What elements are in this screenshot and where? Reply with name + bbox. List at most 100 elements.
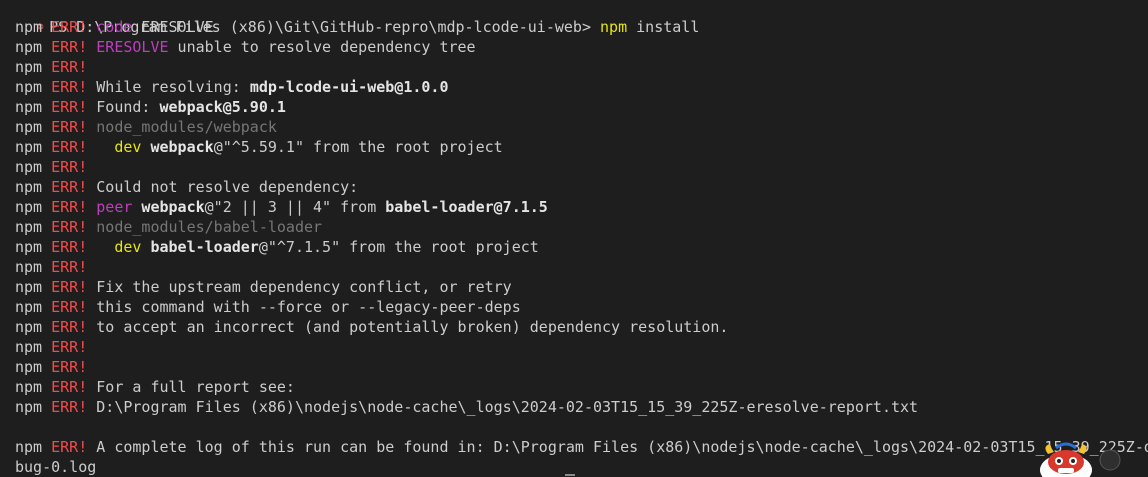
log-line: npm ERR! xyxy=(15,157,96,177)
log-segment: babel-loader xyxy=(141,238,259,256)
err-prefix: ERR! xyxy=(51,78,88,96)
log-segment: from the root project xyxy=(340,238,539,256)
log-line: npm ERR! xyxy=(15,57,96,77)
log-segment: @1.0.0 xyxy=(394,78,449,96)
log-segment: For a full report see: xyxy=(96,378,295,396)
log-line: npm ERR! peer webpack@"2 || 3 || 4" from… xyxy=(15,197,548,217)
npm-prefix: npm xyxy=(15,238,43,256)
err-prefix: ERR! xyxy=(51,18,88,36)
log-segment: babel-loader xyxy=(385,198,494,216)
log-segment: ERESOLVE xyxy=(132,18,214,36)
log-line: npm ERR! to accept an incorrect (and pot… xyxy=(15,317,728,337)
npm-prefix: npm xyxy=(15,78,43,96)
log-line-text: bug-0.log xyxy=(15,458,97,476)
npm-prefix: npm xyxy=(15,178,43,196)
npm-prefix: npm xyxy=(15,298,43,316)
log-segment: dev xyxy=(96,138,142,156)
npm-prefix: npm xyxy=(15,398,43,416)
log-segment: node_modules/babel-loader xyxy=(96,218,323,236)
npm-prefix: npm xyxy=(15,338,43,356)
npm-prefix: npm xyxy=(15,98,43,116)
terminal-output[interactable]: ⊗ PS D:\Program Files (x86)\Git\GitHub-re… xyxy=(0,0,1148,477)
log-segment: @5.90.1 xyxy=(222,98,286,116)
log-segment: from the root project xyxy=(304,138,503,156)
log-segment: code xyxy=(96,18,133,36)
log-line: npm ERR! node_modules/webpack xyxy=(15,117,277,137)
err-prefix: ERR! xyxy=(51,258,88,276)
err-prefix: ERR! xyxy=(51,198,88,216)
npm-prefix: npm xyxy=(15,258,43,276)
log-segment: Found: xyxy=(96,98,160,116)
log-line: npm ERR! xyxy=(15,337,96,357)
err-prefix: ERR! xyxy=(51,298,88,316)
command-name: npm xyxy=(600,18,628,36)
log-segment: webpack xyxy=(159,98,223,116)
err-prefix: ERR! xyxy=(51,158,88,176)
log-segment: Fix the upstream dependency conflict, or… xyxy=(96,278,512,296)
command-args: install xyxy=(636,18,700,36)
log-line: npm ERR! code ERESOLVE xyxy=(15,17,214,37)
log-line: npm ERR! While resolving: mdp-lcode-ui-w… xyxy=(15,77,449,97)
log-line: npm ERR! Found: webpack@5.90.1 xyxy=(15,97,286,117)
log-segment: this command with --force or --legacy-pe… xyxy=(96,298,521,316)
log-line: npm ERR! xyxy=(15,257,96,277)
log-line: bug-0.log xyxy=(15,457,96,477)
npm-prefix: npm xyxy=(15,158,43,176)
err-prefix: ERR! xyxy=(51,338,88,356)
npm-prefix: npm xyxy=(15,378,43,396)
log-line: npm ERR! xyxy=(15,357,96,377)
log-line: npm ERR! A complete log of this run can … xyxy=(15,437,1148,457)
log-line: npm ERR! Could not resolve dependency: xyxy=(15,177,358,197)
log-segment: While resolving: xyxy=(96,78,250,96)
log-line: npm ERR! ERESOLVE unable to resolve depe… xyxy=(15,37,476,57)
err-prefix: ERR! xyxy=(51,138,88,156)
log-line: npm ERR! dev webpack@"^5.59.1" from the … xyxy=(15,137,503,157)
npm-prefix: npm xyxy=(15,58,43,76)
log-line: npm ERR! D:\Program Files (x86)\nodejs\n… xyxy=(15,397,918,417)
npm-prefix: npm xyxy=(15,358,43,376)
err-prefix: ERR! xyxy=(51,398,88,416)
log-segment: mdp-lcode-ui-web xyxy=(249,78,395,96)
dragon-mascot-icon xyxy=(1040,442,1121,477)
npm-prefix: npm xyxy=(15,318,43,336)
err-prefix: ERR! xyxy=(51,178,88,196)
log-line: npm ERR! this command with --force or --… xyxy=(15,297,521,317)
err-prefix: ERR! xyxy=(51,358,88,376)
log-line: npm ERR! Fix the upstream dependency con… xyxy=(15,277,512,297)
log-segment: webpack xyxy=(132,198,205,216)
log-segment: A complete log of this run can be found … xyxy=(96,438,1148,456)
err-prefix: ERR! xyxy=(51,278,88,296)
npm-prefix: npm xyxy=(15,38,43,56)
npm-prefix: npm xyxy=(15,438,43,456)
log-segment: Could not resolve dependency: xyxy=(96,178,359,196)
log-segment: D:\Program Files (x86)\nodejs\node-cache… xyxy=(96,398,919,416)
log-segment: @"2 || 3 || 4" xyxy=(204,198,332,216)
log-segment: to accept an incorrect (and potentially … xyxy=(96,318,729,336)
log-line: npm ERR! For a full report see: xyxy=(15,377,295,397)
npm-prefix: npm xyxy=(15,218,43,236)
log-segment: unable to resolve dependency tree xyxy=(168,38,476,56)
log-segment: @"^7.1.5" xyxy=(258,238,341,256)
log-segment: peer xyxy=(96,198,133,216)
npm-prefix: npm xyxy=(15,118,43,136)
log-segment: from xyxy=(331,198,386,216)
err-prefix: ERR! xyxy=(51,318,88,336)
err-prefix: ERR! xyxy=(51,378,88,396)
log-line: npm ERR! dev babel-loader@"^7.1.5" from … xyxy=(15,237,539,257)
npm-prefix: npm xyxy=(15,198,43,216)
err-prefix: ERR! xyxy=(51,118,88,136)
log-segment: node_modules/webpack xyxy=(96,118,277,136)
log-segment: ERESOLVE xyxy=(96,38,169,56)
err-prefix: ERR! xyxy=(51,218,88,236)
log-segment: @"^5.59.1" xyxy=(213,138,304,156)
log-line: npm ERR! node_modules/babel-loader xyxy=(15,217,322,237)
err-prefix: ERR! xyxy=(51,438,88,456)
npm-prefix: npm xyxy=(15,18,43,36)
log-segment: @7.1.5 xyxy=(493,198,548,216)
err-prefix: ERR! xyxy=(51,38,88,56)
prompt-line: ⊗ PS D:\Program Files (x86)\Git\GitHub-re… xyxy=(0,0,699,36)
npm-prefix: npm xyxy=(15,278,43,296)
err-prefix: ERR! xyxy=(51,98,88,116)
text-cursor xyxy=(565,474,575,476)
log-segment: webpack xyxy=(141,138,214,156)
